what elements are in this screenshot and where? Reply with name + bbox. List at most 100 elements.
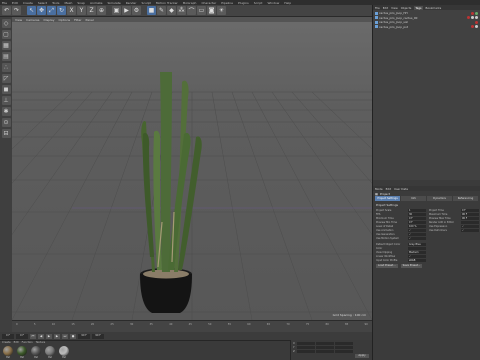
- position-field[interactable]: [297, 346, 315, 349]
- object-manager-menu-item[interactable]: Tags: [414, 5, 423, 10]
- menu-item[interactable]: Character: [201, 1, 216, 5]
- material-menu-item[interactable]: Edit: [14, 341, 19, 344]
- render-settings-icon[interactable]: ⚙: [132, 6, 141, 15]
- cactus-model[interactable]: [140, 72, 202, 313]
- size-field[interactable]: [316, 350, 334, 353]
- field-value[interactable]: ✓: [461, 224, 479, 228]
- material-tag-icon[interactable]: [471, 25, 474, 29]
- field-value[interactable]: Medium: [408, 250, 426, 254]
- menu-item[interactable]: Edit: [12, 1, 18, 5]
- field-value[interactable]: Gray Blue: [408, 242, 426, 246]
- menu-item[interactable]: Animate: [90, 1, 103, 5]
- lock-workplane-icon[interactable]: ⊟: [1, 129, 11, 138]
- light-icon[interactable]: ☀: [217, 6, 226, 15]
- object-name[interactable]: cactus_pilo_Joop_pot: [379, 25, 408, 29]
- object-name[interactable]: cactus_pilo_Joop_cactus_00: [379, 16, 417, 20]
- object-manager-menu-item[interactable]: Bookmarks: [426, 6, 442, 10]
- object-manager-menu-item[interactable]: Objects: [401, 6, 412, 10]
- record-icon[interactable]: ●: [70, 333, 76, 339]
- points-mode-icon[interactable]: ∴: [1, 63, 11, 72]
- start-frame-field[interactable]: 0 F: [2, 333, 14, 339]
- object-name[interactable]: cactus_pilo_Joop_HH: [379, 11, 408, 15]
- previous-key-icon[interactable]: ◀: [38, 333, 44, 339]
- material-tag-icon[interactable]: [475, 11, 478, 15]
- workplane-icon[interactable]: ▤: [1, 52, 11, 61]
- material-swatch[interactable]: Mat: [58, 346, 70, 359]
- max-frame-field[interactable]: 90 F: [92, 333, 104, 339]
- field-value[interactable]: ✓: [408, 228, 426, 232]
- menu-item[interactable]: Create: [23, 1, 33, 5]
- field-value[interactable]: 30: [408, 212, 426, 216]
- preset-button[interactable]: Load Preset...: [376, 264, 398, 268]
- go-to-end-icon[interactable]: ⏭: [62, 333, 68, 339]
- edges-mode-icon[interactable]: ◸: [1, 74, 11, 83]
- viewport-menu-item[interactable]: Options: [59, 18, 71, 22]
- field-value[interactable]: 90 F: [461, 212, 479, 216]
- rotation-field[interactable]: [335, 346, 353, 349]
- attribute-tab[interactable]: Project Settings: [375, 196, 400, 201]
- menu-item[interactable]: Window: [267, 1, 279, 5]
- move-icon[interactable]: ✥: [37, 6, 46, 15]
- viewport-menu-item[interactable]: Filter: [74, 18, 81, 22]
- apply-button[interactable]: Apply: [355, 354, 369, 358]
- material-swatch[interactable]: Mat: [30, 346, 42, 359]
- menu-item[interactable]: Script: [254, 1, 263, 5]
- polygons-mode-icon[interactable]: ◼: [1, 85, 11, 94]
- preset-button[interactable]: Save Preset...: [400, 264, 423, 268]
- attribute-menu-item[interactable]: Mode: [375, 187, 383, 191]
- render-picture-viewer-icon[interactable]: ▶: [122, 6, 131, 15]
- material-tag-icon[interactable]: [471, 11, 474, 15]
- array-icon[interactable]: ⁂: [177, 6, 186, 15]
- field-value[interactable]: sRGB: [408, 258, 426, 262]
- end-frame-field[interactable]: 90 F: [78, 333, 90, 339]
- field-value[interactable]: 0 F: [408, 216, 426, 220]
- material-tag-icon[interactable]: [475, 20, 478, 24]
- floor-icon[interactable]: ▭: [197, 6, 206, 15]
- object-name[interactable]: cactus_pilo_Joop_soil: [379, 20, 408, 24]
- menu-item[interactable]: Help: [284, 1, 291, 5]
- play-icon[interactable]: ▶: [46, 333, 52, 339]
- field-value[interactable]: 90 F: [461, 216, 479, 220]
- field-value[interactable]: 1: [408, 208, 426, 212]
- menu-item[interactable]: Plugins: [238, 1, 249, 5]
- timeline[interactable]: 0 5 10 15 20 25 30 35 40 45 50 55 60 65 70 75 80 85 90: [12, 320, 372, 332]
- material-menu-item[interactable]: Texture: [36, 341, 46, 344]
- menu-item[interactable]: Pipeline: [221, 1, 233, 5]
- field-value[interactable]: [408, 246, 426, 250]
- menu-item[interactable]: Snap: [77, 1, 85, 5]
- x-axis-icon[interactable]: X: [67, 6, 76, 15]
- attribute-menu-item[interactable]: User Data: [394, 187, 408, 191]
- rotation-field[interactable]: [335, 350, 353, 353]
- viewport-menu-item[interactable]: View: [15, 18, 22, 22]
- menu-item[interactable]: Render: [126, 1, 137, 5]
- y-axis-icon[interactable]: Y: [77, 6, 86, 15]
- next-key-icon[interactable]: ▶: [54, 333, 60, 339]
- current-frame-field[interactable]: 0 F: [16, 333, 28, 339]
- menu-item[interactable]: Motion Tracker: [156, 1, 178, 5]
- attribute-tab[interactable]: Info: [401, 196, 426, 201]
- object-manager-menu-item[interactable]: Edit: [383, 6, 388, 10]
- field-value[interactable]: [461, 220, 479, 224]
- field-value[interactable]: 0 F: [461, 208, 479, 212]
- object-row[interactable]: cactus_pilo_Joop_pot: [375, 25, 478, 30]
- attribute-tab[interactable]: Referencing: [453, 196, 478, 201]
- size-field[interactable]: [316, 342, 334, 345]
- subdivision-icon[interactable]: ◆: [167, 6, 176, 15]
- menu-item[interactable]: Simulate: [108, 1, 121, 5]
- redo-icon[interactable]: ↷: [12, 6, 21, 15]
- perspective-viewport[interactable]: View Cameras Display Options Filter Panel: [12, 17, 372, 320]
- field-value[interactable]: ✓: [408, 236, 426, 240]
- position-field[interactable]: [297, 342, 315, 345]
- menu-item[interactable]: Tools: [52, 1, 59, 5]
- model-mode-icon[interactable]: ▢: [1, 30, 11, 39]
- material-tag-icon[interactable]: [471, 16, 474, 20]
- menu-item[interactable]: MoGraph: [183, 1, 197, 5]
- field-value[interactable]: 100 %: [408, 224, 426, 228]
- render-view-icon[interactable]: ▣: [112, 6, 121, 15]
- menu-item[interactable]: Mesh: [64, 1, 72, 5]
- viewport-menu-item[interactable]: Display: [43, 18, 54, 22]
- coordinate-system-icon[interactable]: ⊕: [97, 6, 106, 15]
- make-editable-icon[interactable]: ◇: [1, 19, 11, 28]
- bend-icon[interactable]: ⌒: [187, 6, 196, 15]
- pen-icon[interactable]: ✎: [157, 6, 166, 15]
